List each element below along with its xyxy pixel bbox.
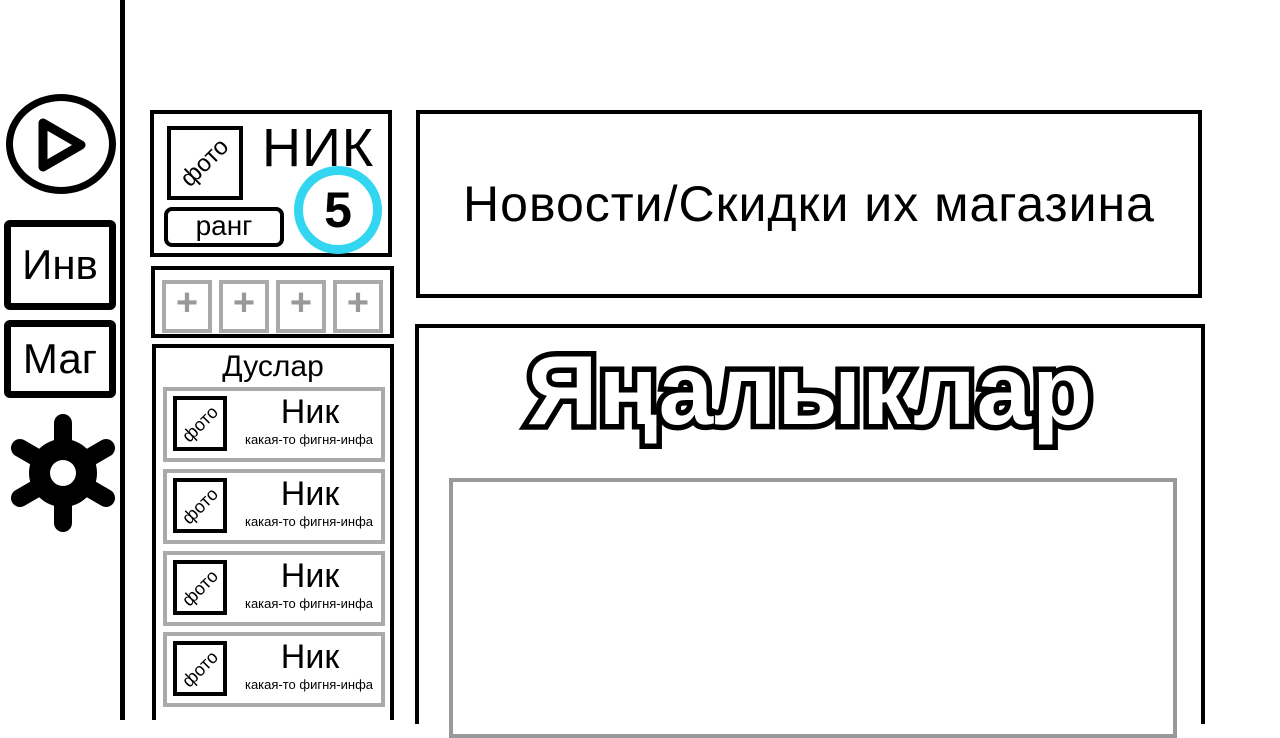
settings-button[interactable]	[6, 414, 120, 532]
level-value: 5	[324, 182, 352, 238]
play-icon	[38, 118, 86, 172]
friend-item[interactable]: фото Ник какая-то фигня-инфа	[163, 469, 385, 544]
friends-panel: Дуслар фото Ник какая-то фигня-инфа фото…	[152, 344, 394, 720]
friend-nick: Ник	[280, 393, 340, 431]
rail-divider	[120, 0, 125, 720]
play-button[interactable]	[6, 94, 116, 194]
friend-item[interactable]: фото Ник какая-то фигня-инфа	[163, 551, 385, 626]
friend-nick: Ник	[280, 557, 340, 595]
news-banner-text: Новости/Скидки их магазина	[463, 176, 1155, 232]
friend-info: какая-то фигня-инфа	[244, 677, 374, 692]
friend-photo: фото	[173, 478, 227, 533]
profile-photo[interactable]: фото	[167, 126, 243, 200]
shop-button[interactable]: Маг	[4, 320, 116, 398]
friend-photo-label: фото	[177, 646, 223, 691]
rank-button[interactable]: ранг	[164, 207, 284, 247]
friend-info: какая-то фигня-инфа	[244, 514, 374, 529]
profile-card: фото НИК ранг 5	[150, 110, 392, 257]
friend-photo: фото	[173, 396, 227, 451]
profile-photo-label: фото	[175, 133, 235, 193]
inventory-label: Инв	[22, 241, 98, 288]
friend-nick: Ник	[280, 475, 340, 513]
friend-photo: фото	[173, 560, 227, 615]
news-panel: Яңалыклар	[415, 324, 1205, 738]
add-slot-button[interactable]: +	[219, 280, 269, 333]
friend-photo-label: фото	[177, 401, 223, 446]
friend-photo-label: фото	[177, 565, 223, 610]
quick-slots: + + + +	[151, 266, 394, 338]
friend-info: какая-то фигня-инфа	[244, 596, 374, 611]
add-slot-button[interactable]: +	[276, 280, 326, 333]
add-slot-button[interactable]: +	[333, 280, 383, 333]
friends-title: Дуслар	[222, 350, 324, 383]
profile-nickname: НИК	[262, 118, 375, 178]
friend-photo: фото	[173, 641, 227, 696]
news-banner[interactable]: Новости/Скидки их магазина	[416, 110, 1202, 298]
shop-label: Маг	[22, 335, 98, 382]
friend-photo-label: фото	[177, 483, 223, 528]
plus-icon: +	[175, 282, 199, 324]
level-badge: 5	[294, 166, 382, 254]
inventory-button[interactable]: Инв	[4, 220, 116, 310]
news-heading: Яңалыклар	[522, 330, 1098, 451]
add-slot-button[interactable]: +	[162, 280, 212, 333]
plus-icon: +	[346, 282, 370, 324]
gear-icon	[11, 414, 115, 532]
friend-nick: Ник	[280, 638, 340, 676]
friend-item[interactable]: фото Ник какая-то фигня-инфа	[163, 387, 385, 462]
news-content-area[interactable]	[449, 478, 1177, 738]
friend-info: какая-то фигня-инфа	[244, 432, 374, 447]
plus-icon: +	[232, 282, 256, 324]
plus-icon: +	[289, 282, 313, 324]
friend-item[interactable]: фото Ник какая-то фигня-инфа	[163, 632, 385, 707]
